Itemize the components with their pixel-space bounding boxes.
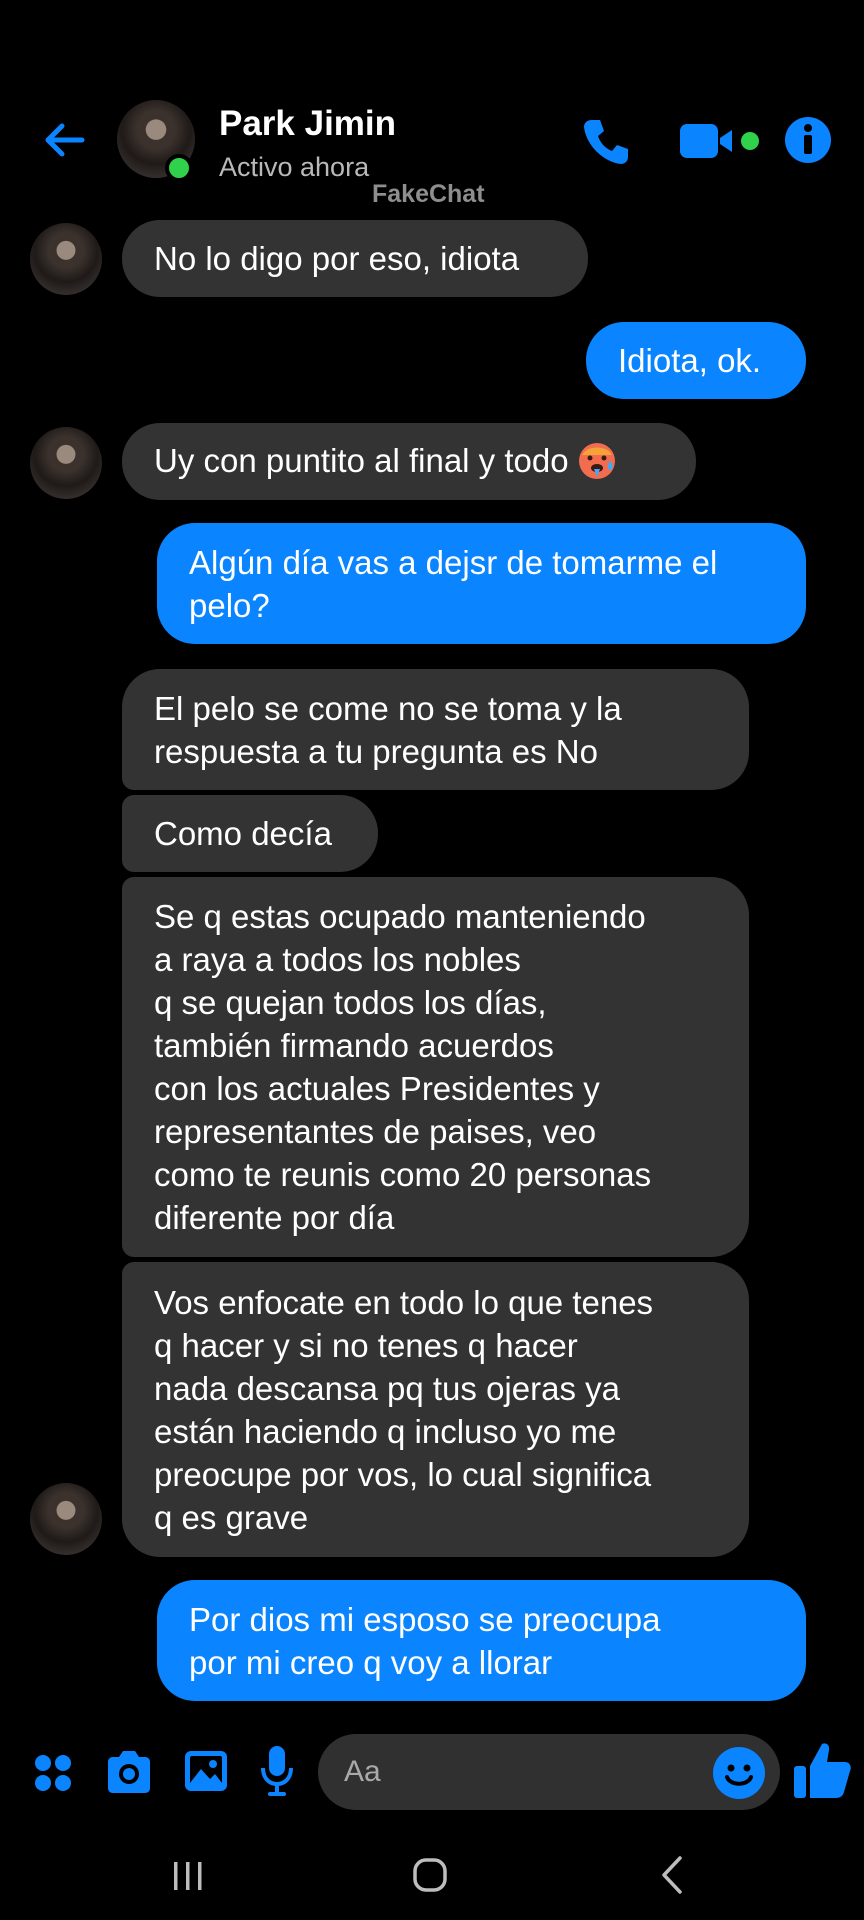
chat-header: Park Jimin Activo ahora [0,90,864,190]
message-bubble-outgoing[interactable]: Por dios mi esposo se preocupa por mi cr… [157,1580,806,1701]
watermark-label: FakeChat [372,180,485,208]
message-bubble-outgoing[interactable]: Idiota, ok. [586,322,806,399]
message-text: Idiota, ok. [618,342,762,379]
contact-status: Activo ahora [219,152,370,182]
contact-name[interactable]: Park Jimin [219,104,396,144]
message-text: Se q estas ocupado manteniendo a raya a … [154,898,652,1236]
recent-apps-icon[interactable] [158,1850,218,1900]
message-bubble-incoming[interactable]: No lo digo por eso, idiota [122,220,588,297]
back-nav-icon[interactable] [642,1850,702,1900]
phone-call-icon[interactable] [578,114,634,170]
info-icon[interactable] [784,116,832,164]
message-bubble-incoming[interactable]: Uy con puntito al final y todo [122,423,696,500]
message-bubble-outgoing[interactable]: Algún día vas a dejsr de tomarme el pelo… [157,523,806,644]
video-call-icon[interactable] [678,118,768,164]
message-bubble-incoming[interactable]: Se q estas ocupado manteniendo a raya a … [122,877,749,1257]
messenger-chat-screen: Park Jimin Activo ahora FakeChat No lo d… [0,0,864,1920]
message-bubble-incoming[interactable]: Vos enfocate en todo lo que tenes q hace… [122,1262,749,1557]
message-text: Uy con puntito al final y todo [154,439,617,483]
message-bubble-incoming[interactable]: Como decía [122,795,378,872]
system-navigation-bar [0,1830,864,1920]
back-arrow-icon[interactable] [40,115,90,165]
hot-face-emoji-icon [578,442,615,479]
thumbs-up-icon[interactable] [790,1738,854,1802]
online-indicator [165,154,193,182]
message-input[interactable] [318,1734,780,1810]
emoji-icon[interactable] [712,1746,766,1800]
gallery-icon[interactable] [183,1747,229,1795]
message-text: Por dios mi esposo se preocupa por mi cr… [189,1600,661,1681]
message-avatar[interactable] [30,427,102,499]
message-text: El pelo se come no se toma y la respuest… [154,689,622,770]
message-text: Algún día vas a dejsr de tomarme el pelo… [189,543,718,624]
microphone-icon[interactable] [260,1744,294,1800]
message-bubble-incoming[interactable]: El pelo se come no se toma y la respuest… [122,669,749,790]
message-avatar[interactable] [30,1483,102,1555]
message-composer [0,1730,864,1820]
camera-icon[interactable] [104,1748,154,1796]
home-icon[interactable] [400,1850,460,1900]
message-text: No lo digo por eso, idiota [154,240,520,277]
message-avatar[interactable] [30,223,102,295]
message-text: Como decía [154,815,332,852]
apps-icon[interactable] [32,1752,74,1794]
message-text: Vos enfocate en todo lo que tenes q hace… [154,1283,654,1536]
